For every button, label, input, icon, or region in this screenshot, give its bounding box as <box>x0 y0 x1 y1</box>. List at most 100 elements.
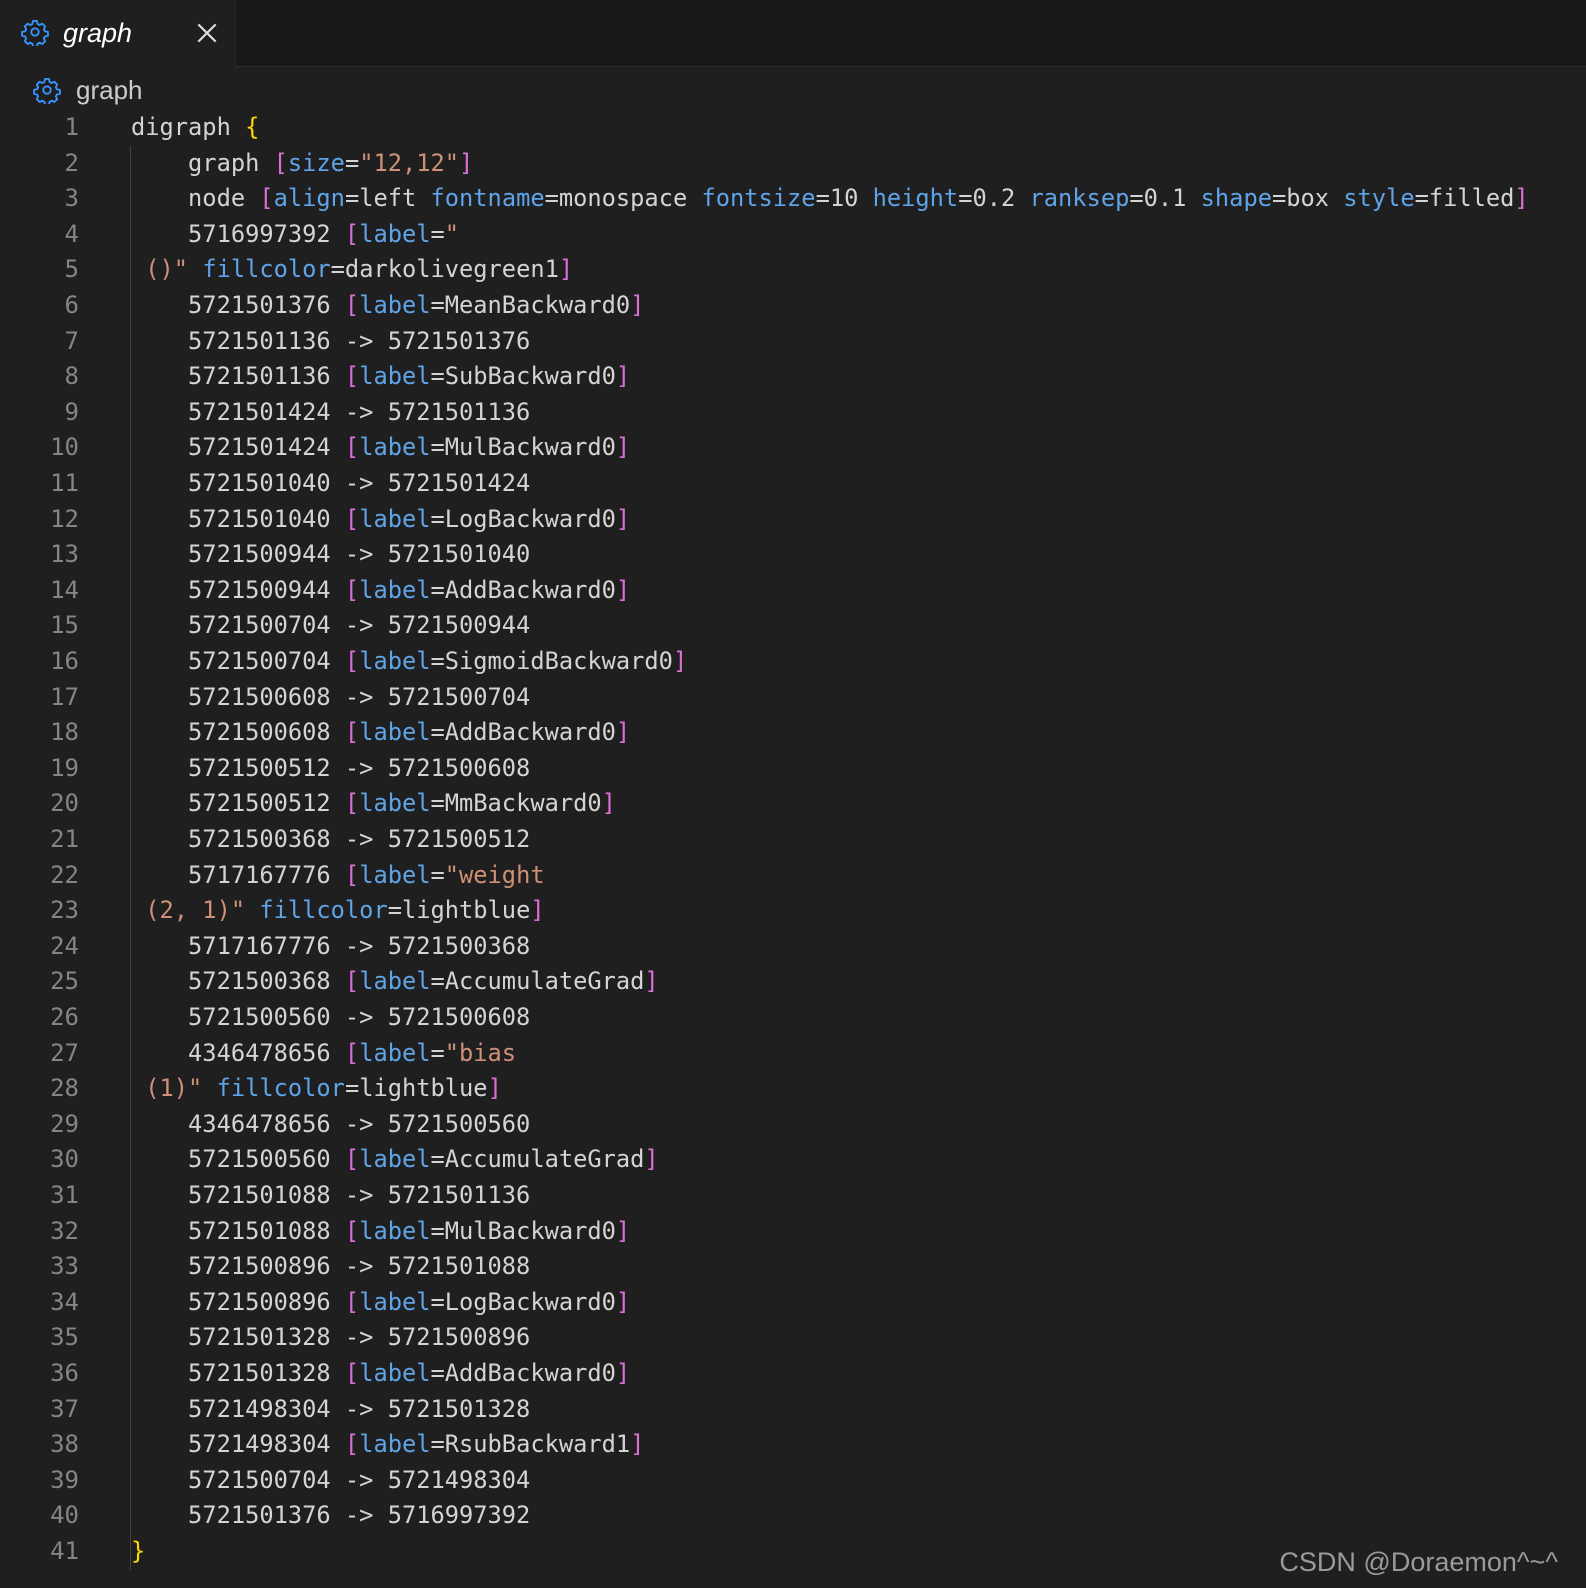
code-text: 5721500512 -> 5721500608 <box>131 751 530 787</box>
code-token: align <box>273 184 345 213</box>
code-token: [ <box>344 575 360 604</box>
code-editor[interactable]: 1 digraph {2 graph [size="12,12"] 3 node [… <box>0 110 1586 1588</box>
code-text: 5721501328 [label=AddBackward0] <box>131 1356 630 1392</box>
code-token: label <box>359 504 431 533</box>
code-line[interactable]: 13 5721500944 -> 5721501040 <box>0 537 1586 573</box>
code-line[interactable]: 17 5721500608 -> 5721500704 <box>0 680 1586 716</box>
code-line[interactable]: 2 graph [size="12,12"] <box>0 146 1586 182</box>
code-line[interactable]: 7 5721501136 -> 5721501376 <box>0 324 1586 360</box>
code-text: 5721501136 [label=SubBackward0] <box>131 359 630 395</box>
code-line[interactable]: 29 4346478656 -> 5721500560 <box>0 1107 1586 1143</box>
code-text: 5721500704 -> 5721498304 <box>131 1463 530 1499</box>
code-line[interactable]: 28 (1)" fillcolor=lightblue] <box>0 1071 1586 1107</box>
code-token: =AddBackward0 <box>430 718 616 747</box>
code-line[interactable]: 27 4346478656 [label="bias <box>0 1036 1586 1072</box>
code-text: } <box>131 1534 145 1570</box>
code-token: =LogBackward0 <box>430 1287 616 1316</box>
code-line[interactable]: 33 5721500896 -> 5721501088 <box>0 1249 1586 1285</box>
code-token: label <box>359 647 431 675</box>
tab-graph[interactable]: graph <box>0 0 236 67</box>
code-token: 5721500560 <box>131 1145 345 1174</box>
code-line[interactable]: 32 5721501088 [label=MulBackward0] <box>0 1214 1586 1250</box>
code-token: shape <box>1200 184 1272 213</box>
code-line[interactable]: 31 5721501088 -> 5721501136 <box>0 1178 1586 1214</box>
code-token: [ <box>344 1038 360 1067</box>
code-line[interactable]: 30 5721500560 [label=AccumulateGrad] <box>0 1142 1586 1178</box>
code-token: fillcolor <box>216 1074 345 1103</box>
code-line[interactable]: 20 5721500512 [label=MmBackward0] <box>0 786 1586 822</box>
code-line[interactable]: 40 5721501376 -> 5716997392 <box>0 1498 1586 1534</box>
code-line[interactable]: 39 5721500704 -> 5721498304 <box>0 1463 1586 1499</box>
code-text: 5721501088 -> 5721501136 <box>131 1178 530 1214</box>
code-line[interactable]: 11 5721501040 -> 5721501424 <box>0 466 1586 502</box>
code-line[interactable]: 9 5721501424 -> 5721501136 <box>0 395 1586 431</box>
code-token: [ <box>344 1145 360 1174</box>
code-line[interactable]: 1 digraph { <box>0 110 1586 146</box>
code-line[interactable]: 23 (2, 1)" fillcolor=lightblue] <box>0 893 1586 929</box>
code-token: ] <box>644 1145 659 1174</box>
code-line[interactable]: 12 5721501040 [label=LogBackward0] <box>0 502 1586 538</box>
editor-tab-bar: graph <box>0 0 1586 67</box>
line-number: 21 <box>50 825 79 853</box>
code-token: graph <box>131 148 274 177</box>
code-line[interactable]: 14 5721500944 [label=AddBackward0] <box>0 573 1586 609</box>
code-token: =0.1 <box>1129 184 1201 213</box>
code-line[interactable]: 24 5717167776 -> 5721500368 <box>0 929 1586 965</box>
close-icon[interactable] <box>194 20 220 46</box>
code-token: [ <box>344 860 360 889</box>
line-number: 37 <box>50 1394 79 1423</box>
code-line[interactable]: 38 5721498304 [label=RsubBackward1] <box>0 1427 1586 1463</box>
code-token: [ <box>344 504 360 533</box>
code-text: 5721501136 -> 5721501376 <box>131 324 530 360</box>
code-line[interactable]: 37 5721498304 -> 5721501328 <box>0 1392 1586 1428</box>
code-token: 5721501136 <box>131 362 345 391</box>
code-line[interactable]: 19 5721500512 -> 5721500608 <box>0 751 1586 787</box>
line-number: 32 <box>50 1216 79 1245</box>
line-number: 22 <box>50 860 79 889</box>
code-line[interactable]: 3 node [align=left fontname=monospace fo… <box>0 181 1586 217</box>
code-token: 5717167776 -> 5721500368 <box>131 931 531 960</box>
code-token: ] <box>615 504 631 533</box>
code-line[interactable]: 22 5717167776 [label="weight <box>0 858 1586 894</box>
code-line[interactable]: 25 5721500368 [label=AccumulateGrad] <box>0 964 1586 1000</box>
line-number: 24 <box>50 931 79 960</box>
code-token: = <box>344 148 360 177</box>
code-token: [ <box>344 718 360 747</box>
code-line[interactable]: 4 5716997392 [label=" <box>0 217 1586 253</box>
code-line[interactable]: 36 5721501328 [label=AddBackward0] <box>0 1356 1586 1392</box>
code-token: [ <box>344 1430 360 1459</box>
code-token: [ <box>344 1216 360 1245</box>
code-line[interactable]: 18 5721500608 [label=AddBackward0] <box>0 715 1586 751</box>
line-number: 3 <box>64 184 79 213</box>
code-token: =darkolivegreen1 <box>330 255 559 284</box>
code-line[interactable]: 8 5721501136 [label=SubBackward0] <box>0 359 1586 395</box>
code-token: =left <box>344 184 431 213</box>
code-token: ] <box>601 789 616 818</box>
breadcrumb[interactable]: graph <box>0 68 600 112</box>
code-line[interactable]: 6 5721501376 [label=MeanBackward0] <box>0 288 1586 324</box>
code-token: fontname <box>430 184 545 213</box>
code-line[interactable]: 26 5721500560 -> 5721500608 <box>0 1000 1586 1036</box>
line-number: 26 <box>50 1003 79 1031</box>
code-token: 5721500560 -> 5721500608 <box>131 1003 531 1031</box>
code-line[interactable]: 34 5721500896 [label=LogBackward0] <box>0 1285 1586 1321</box>
line-number: 25 <box>50 967 79 996</box>
code-token: =MulBackward0 <box>430 1216 616 1245</box>
code-token: [ <box>344 433 360 462</box>
code-line[interactable]: 15 5721500704 -> 5721500944 <box>0 608 1586 644</box>
code-line[interactable]: 21 5721500368 -> 5721500512 <box>0 822 1586 858</box>
code-line[interactable]: 35 5721501328 -> 5721500896 <box>0 1320 1586 1356</box>
line-number: 23 <box>50 896 79 925</box>
line-number: 17 <box>50 682 79 711</box>
line-number: 2 <box>64 148 79 177</box>
code-token: =SubBackward0 <box>430 362 616 391</box>
gear-icon <box>21 19 49 46</box>
code-text: 5721500560 -> 5721500608 <box>131 1000 530 1036</box>
code-token: 5721501136 -> 5721501376 <box>131 326 531 355</box>
code-line[interactable]: 10 5721501424 [label=MulBackward0] <box>0 430 1586 466</box>
code-token: ] <box>615 1359 631 1387</box>
code-line[interactable]: 16 5721500704 [label=SigmoidBackward0] <box>0 644 1586 680</box>
code-token: label <box>359 967 431 996</box>
code-line[interactable]: 5 ()" fillcolor=darkolivegreen1] <box>0 252 1586 288</box>
code-token: [ <box>344 789 360 818</box>
